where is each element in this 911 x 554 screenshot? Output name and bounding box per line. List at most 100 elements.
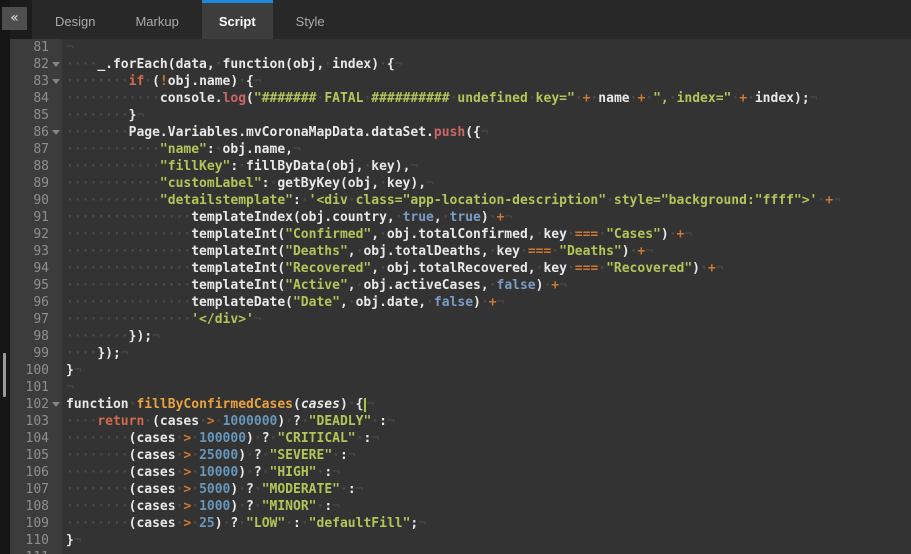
code-line[interactable]: 87············"name":·obj.name,¬ <box>10 141 911 158</box>
eol-marker: ¬ <box>152 329 160 344</box>
code-line[interactable]: 85········}¬ <box>10 107 911 124</box>
code-line[interactable]: 100}¬ <box>10 362 911 379</box>
fold-toggle-icon[interactable] <box>52 130 60 135</box>
code-line[interactable]: 106········(cases·>·10000)·?·"HIGH"·:¬ <box>10 464 911 481</box>
code-line[interactable]: 88············"fillKey":·fillByData(obj,… <box>10 158 911 175</box>
eol-marker: ¬ <box>833 193 841 208</box>
code-text: ········(cases·>·5000)·?·"MODERATE"·:¬ <box>62 481 363 498</box>
tab-design[interactable]: Design <box>38 0 112 39</box>
code-line[interactable]: 81 ¬ <box>10 39 911 56</box>
code-text: ············console.log("#######·FATAL·#… <box>62 90 817 107</box>
line-number: 109 <box>10 515 62 532</box>
line-number: 82 <box>10 56 62 73</box>
code-text <box>62 549 66 554</box>
line-number: 98 <box>10 328 62 345</box>
code-text: ············"customLabel":·getByKey(obj,… <box>62 175 434 192</box>
collapse-panel-button[interactable]: « <box>2 7 27 30</box>
eol-marker: ¬ <box>497 295 505 310</box>
code-line[interactable]: 90············"detailstemplate":·'<div·c… <box>10 192 911 209</box>
code-line[interactable]: 109········(cases·>·25)·?·"LOW"·:·"defau… <box>10 515 911 532</box>
editor-tab-bar: Design Markup Script Style <box>10 0 911 39</box>
code-line[interactable]: 97················'</div>'¬ <box>10 311 911 328</box>
line-number: 89 <box>10 175 62 192</box>
line-number: 100 <box>10 362 62 379</box>
code-line[interactable]: 95················templateInt("Active",·… <box>10 277 911 294</box>
line-number: 81 <box>10 39 62 56</box>
script-editor[interactable]: 81¬82····_.forEach(data,·function(obj,·i… <box>10 39 911 554</box>
line-number: 92 <box>10 226 62 243</box>
fold-toggle-icon[interactable] <box>52 79 60 84</box>
tab-markup[interactable]: Markup <box>118 0 195 39</box>
code-line[interactable]: 108········(cases·>·1000)·?·"MINOR"·:¬ <box>10 498 911 515</box>
code-text: }¬ <box>62 532 82 549</box>
line-number: 86 <box>10 124 62 141</box>
code-line[interactable]: 99····});¬ <box>10 345 911 362</box>
code-line[interactable]: 105········(cases·>·25000)·?·"SEVERE"·:¬ <box>10 447 911 464</box>
eol-marker: ¬ <box>74 533 82 548</box>
line-number: 83 <box>10 73 62 90</box>
code-line[interactable]: 83········if·(!obj.name)·{¬ <box>10 73 911 90</box>
eol-marker: ¬ <box>418 516 426 531</box>
code-text: ················templateInt("Confirmed",… <box>62 226 692 243</box>
code-text: ············"name":·obj.name,¬ <box>62 141 301 158</box>
code-text: function·fillByConfirmedCases(cases)·{¬ <box>62 396 374 413</box>
code-line[interactable]: 92················templateInt("Confirmed… <box>10 226 911 243</box>
code-text: ········(cases·>·25000)·?·"SEVERE"·:¬ <box>62 447 356 464</box>
collapsed-left-panel <box>0 0 10 554</box>
eol-marker: ¬ <box>254 312 262 327</box>
eol-marker: ¬ <box>348 448 356 463</box>
code-line[interactable]: 94················templateInt("Recovered… <box>10 260 911 277</box>
fold-toggle-icon[interactable] <box>52 62 60 67</box>
code-line[interactable]: 107········(cases·>·5000)·?·"MODERATE"·:… <box>10 481 911 498</box>
line-number: 95 <box>10 277 62 294</box>
fold-toggle-icon[interactable] <box>52 402 60 407</box>
eol-marker: ¬ <box>66 40 74 55</box>
line-number: 101 <box>10 379 62 396</box>
code-line[interactable]: 110}¬ <box>10 532 911 549</box>
line-number: 97 <box>10 311 62 328</box>
code-line[interactable]: 86········Page.Variables.mvCoronaMapData… <box>10 124 911 141</box>
eol-marker: ¬ <box>504 210 512 225</box>
code-line[interactable]: 91················templateIndex(obj.coun… <box>10 209 911 226</box>
code-text: ····return·(cases·>·1000000)·?·"DEADLY"·… <box>62 413 395 430</box>
code-line[interactable]: 82····_.forEach(data,·function(obj,·inde… <box>10 56 911 73</box>
line-number: 88 <box>10 158 62 175</box>
eol-marker: ¬ <box>136 108 144 123</box>
code-line[interactable]: 84············console.log("#######·FATAL… <box>10 90 911 107</box>
eol-marker: ¬ <box>387 414 395 429</box>
line-number: 99 <box>10 345 62 362</box>
scrollbar-thumb[interactable] <box>3 353 6 397</box>
code-text: ········(cases·>·25)·?·"LOW"·:·"defaultF… <box>62 515 426 532</box>
line-number: 90 <box>10 192 62 209</box>
code-line[interactable]: 104········(cases·>·100000)·?·"CRITICAL"… <box>10 430 911 447</box>
code-text: ····});¬ <box>62 345 129 362</box>
code-text: ¬ <box>62 39 74 56</box>
chevron-double-left-icon: « <box>10 10 19 26</box>
code-line[interactable]: 111 <box>10 549 911 554</box>
eol-marker: ¬ <box>332 499 340 514</box>
code-text: ················templateInt("Deaths",·ob… <box>62 243 653 260</box>
tab-script[interactable]: Script <box>202 0 273 39</box>
tab-style[interactable]: Style <box>279 0 342 39</box>
code-text: ········(cases·>·100000)·?·"CRITICAL"·:¬ <box>62 430 379 447</box>
eol-marker: ¬ <box>66 380 74 395</box>
code-line[interactable]: 93················templateInt("Deaths",·… <box>10 243 911 260</box>
code-line[interactable]: 96················templateDate("Date",·o… <box>10 294 911 311</box>
line-number: 110 <box>10 532 62 549</box>
code-text: ········}¬ <box>62 107 144 124</box>
line-number: 104 <box>10 430 62 447</box>
line-number: 93 <box>10 243 62 260</box>
code-line[interactable]: 102function·fillByConfirmedCases(cases)·… <box>10 396 911 413</box>
eol-marker: ¬ <box>332 465 340 480</box>
eol-marker: ¬ <box>293 142 301 157</box>
code-line[interactable]: 101 ¬ <box>10 379 911 396</box>
code-text: ················templateInt("Active",·ob… <box>62 277 567 294</box>
code-line[interactable]: 103····return·(cases·>·1000000)·?·"DEADL… <box>10 413 911 430</box>
code-text: ········});¬ <box>62 328 160 345</box>
code-line[interactable]: 98········});¬ <box>10 328 911 345</box>
code-line[interactable]: 89············"customLabel":·getByKey(ob… <box>10 175 911 192</box>
line-number: 108 <box>10 498 62 515</box>
code-text: ············"fillKey":·fillByData(obj,·k… <box>62 158 418 175</box>
eol-marker: ¬ <box>371 431 379 446</box>
code-text: ····_.forEach(data,·function(obj,·index)… <box>62 56 403 73</box>
